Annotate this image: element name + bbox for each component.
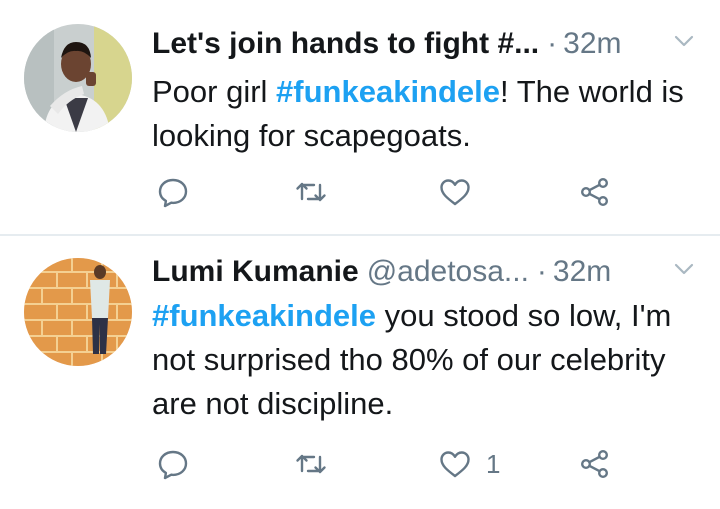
like-count: 1 [486,448,501,479]
retweet-icon [294,175,328,209]
heart-icon [438,175,472,209]
heart-icon [438,447,472,481]
tweet-header: Let's join hands to fight #... · 32m [152,22,697,66]
separator-dot: · [547,27,558,60]
timestamp[interactable]: 32m [553,255,611,289]
retweet-button[interactable] [294,170,328,214]
tweet-actions: 1 [152,442,622,486]
reply-icon [156,447,190,481]
tweet-text-before: Poor girl [152,74,277,109]
hashtag-link[interactable]: #funkeakindele [152,298,376,333]
like-button[interactable]: 1 [438,442,500,486]
chevron-down-icon[interactable] [671,256,697,282]
tweet-text: Poor girl #funkeakindele! The world is l… [152,70,697,158]
retweet-button[interactable] [294,442,328,486]
share-icon [578,175,612,209]
tweet-header: Lumi Kumanie @adetosa... · 32m [152,250,697,294]
avatar[interactable] [24,258,132,366]
avatar-photo [24,258,132,366]
retweet-icon [294,447,328,481]
reply-icon [156,175,190,209]
avatar-photo [24,24,132,132]
tweet[interactable]: Let's join hands to fight #... · 32m Poo… [0,0,720,236]
timestamp[interactable]: 32m [563,27,621,61]
share-button[interactable] [578,170,612,214]
share-button[interactable] [578,442,612,486]
display-name[interactable]: Lumi Kumanie [152,255,359,289]
display-name[interactable]: Let's join hands to fight #... [152,27,539,61]
chevron-down-icon[interactable] [671,28,697,54]
hashtag-link[interactable]: #funkeakindele [276,74,500,109]
tweet[interactable]: Lumi Kumanie @adetosa... · 32m #funkeaki… [0,236,720,509]
tweet-actions [152,170,622,214]
reply-button[interactable] [156,442,190,486]
user-handle[interactable]: @adetosa... [367,255,529,289]
share-icon [578,447,612,481]
separator-dot: · [536,255,547,288]
avatar[interactable] [24,24,132,132]
like-button[interactable] [438,170,486,214]
tweet-text: #funkeakindele you stood so low, I'm not… [152,294,697,426]
reply-button[interactable] [156,170,190,214]
